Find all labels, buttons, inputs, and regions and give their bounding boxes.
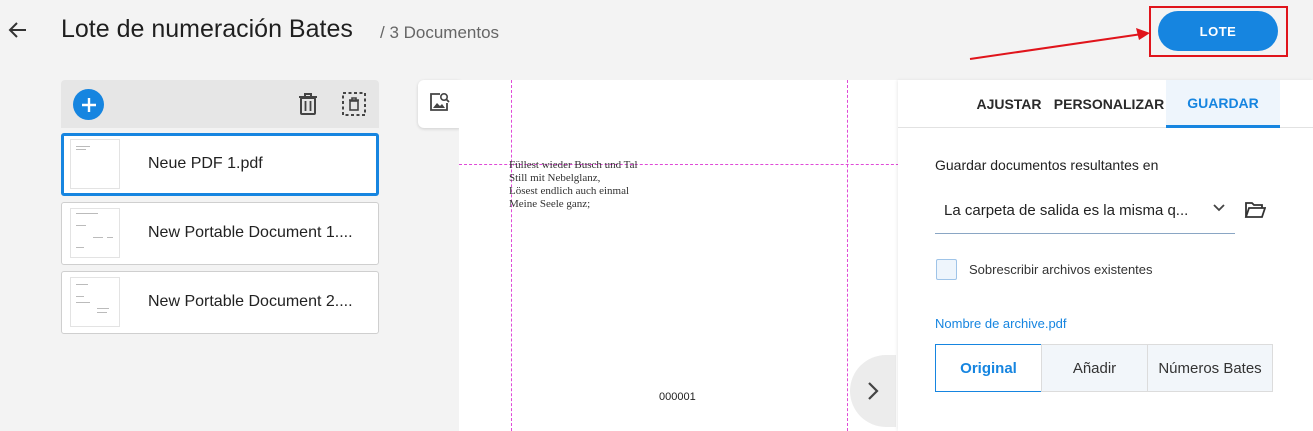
document-text: Füllest wieder Busch und Tal Still mit N… xyxy=(509,159,638,211)
option-label: Números Bates xyxy=(1158,359,1262,377)
filename-option-original[interactable]: Original xyxy=(935,344,1042,392)
file-name: New Portable Document 1.... xyxy=(148,224,353,241)
file-list-toolbar xyxy=(61,80,379,128)
trash-icon xyxy=(299,93,317,115)
settings-panel: AJUSTAR PERSONALIZAR GUARDAR Guardar doc… xyxy=(898,80,1313,431)
save-location-label: Guardar documentos resultantes en xyxy=(935,157,1159,173)
back-button[interactable] xyxy=(6,18,30,42)
margin-guide xyxy=(847,80,848,431)
option-label: Original xyxy=(960,359,1017,377)
file-thumbnail xyxy=(70,139,120,189)
document-count: / 3 Documentos xyxy=(380,23,500,42)
add-file-button[interactable] xyxy=(73,89,104,120)
file-name: Neue PDF 1.pdf xyxy=(148,155,263,172)
file-item[interactable]: New Portable Document 2.... xyxy=(61,271,379,334)
margin-guide xyxy=(511,80,512,431)
batch-button[interactable]: LOTE xyxy=(1158,11,1278,51)
folder-open-icon xyxy=(1244,202,1267,218)
file-thumbnail xyxy=(70,208,120,258)
annotation-arrow xyxy=(969,28,1150,60)
file-item[interactable]: New Portable Document 1.... xyxy=(61,202,379,265)
filename-option-append[interactable]: Añadir xyxy=(1041,344,1148,392)
tab-label: AJUSTAR xyxy=(976,96,1042,112)
file-thumbnail xyxy=(70,277,120,327)
tab-label: PERSONALIZAR xyxy=(1053,96,1165,112)
output-folder-value: La carpeta de salida es la misma q... xyxy=(944,202,1189,219)
output-folder-select[interactable]: La carpeta de salida es la misma q... xyxy=(935,188,1235,234)
document-preview: Füllest wieder Busch und Tal Still mit N… xyxy=(459,80,919,431)
file-item[interactable]: Neue PDF 1.pdf xyxy=(61,133,379,196)
overwrite-checkbox[interactable] xyxy=(936,259,957,280)
text-line: Lösest endlich auch einmal xyxy=(509,185,630,197)
delete-button[interactable] xyxy=(295,91,321,117)
select-all-icon xyxy=(342,92,366,116)
bates-number: 000001 xyxy=(659,391,696,403)
overwrite-label: Sobrescribir archivos existentes xyxy=(969,262,1153,277)
tab-label: GUARDAR xyxy=(1187,94,1259,111)
chevron-down-icon xyxy=(1213,204,1225,212)
image-search-icon xyxy=(430,92,450,111)
text-line: Still mit Nebelglanz, xyxy=(509,172,601,184)
chevron-right-icon xyxy=(868,382,879,400)
preview-zoom-button[interactable] xyxy=(418,80,460,128)
select-all-button[interactable] xyxy=(341,91,367,117)
page-title: Lote de numeración Bates xyxy=(61,15,353,43)
file-name: New Portable Document 2.... xyxy=(148,293,353,310)
filename-option-bates[interactable]: Números Bates xyxy=(1147,344,1273,392)
arrow-left-icon xyxy=(8,22,26,38)
text-line: Füllest wieder Busch und Tal xyxy=(509,159,638,171)
tab-personalizar[interactable]: PERSONALIZAR xyxy=(1044,80,1174,128)
browse-folder-button[interactable] xyxy=(1244,200,1267,220)
plus-icon xyxy=(81,97,96,112)
filename-label: Nombre de archive.pdf xyxy=(935,316,1067,331)
tab-guardar[interactable]: GUARDAR xyxy=(1166,80,1280,128)
option-label: Añadir xyxy=(1072,359,1117,377)
settings-tabs: AJUSTAR PERSONALIZAR GUARDAR xyxy=(898,80,1313,128)
text-line: Meine Seele ganz; xyxy=(509,198,591,210)
